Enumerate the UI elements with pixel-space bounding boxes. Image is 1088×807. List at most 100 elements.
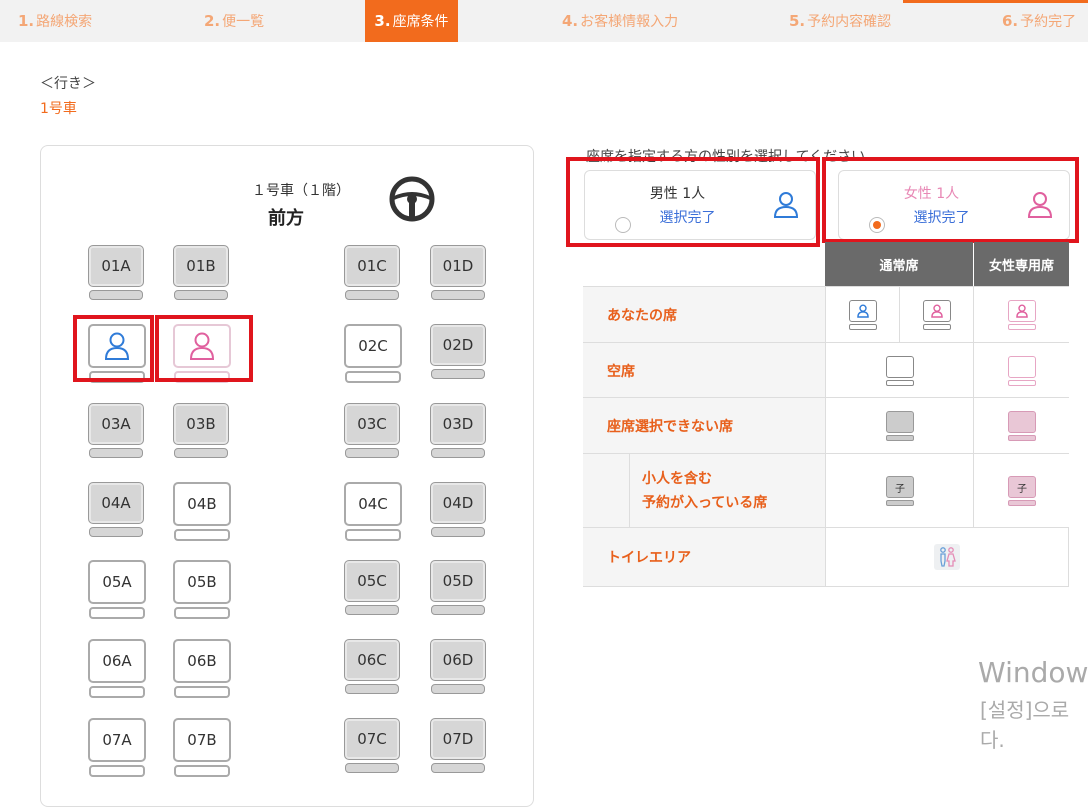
seat-05C[interactable]: 05C: [344, 560, 400, 615]
highlight-box-seat-02A: [73, 315, 154, 382]
legend-label-line: 小人を含む: [642, 471, 712, 487]
legend-cell: [825, 398, 974, 454]
step-complete: 6. 予約完了: [1002, 0, 1076, 42]
legend-cell: [825, 528, 1069, 586]
seat-base: [174, 765, 230, 777]
step-number: 4.: [562, 12, 579, 30]
female-person-icon: [1016, 304, 1028, 318]
legend-cell: [973, 287, 1070, 343]
legend-seat-empty: [886, 355, 914, 386]
seat-03A[interactable]: 03A: [88, 403, 144, 458]
seat-06A[interactable]: 06A: [88, 639, 146, 698]
step-number: 1.: [18, 12, 35, 30]
step-number: 6.: [1002, 12, 1019, 30]
watermark-line: 다.: [980, 728, 1005, 752]
legend-seat-child-women: 子: [1008, 476, 1036, 506]
seat-06D[interactable]: 06D: [430, 639, 486, 694]
seat-base: [431, 448, 485, 458]
legend-header-women-only: 女性専用席: [974, 242, 1069, 286]
female-person-icon: [931, 304, 943, 318]
seat-06C[interactable]: 06C: [344, 639, 400, 694]
seat-label: 07D: [430, 718, 486, 760]
seat-04D[interactable]: 04D: [430, 482, 486, 537]
seat-label: 03B: [173, 403, 229, 445]
legend-label: 空席: [583, 343, 825, 398]
legend-row-child: 小人を含む 予約が入っている席 子 子: [583, 453, 1069, 528]
step-label: 座席条件: [392, 14, 449, 30]
seat-03B[interactable]: 03B: [173, 403, 229, 458]
seat-06B[interactable]: 06B: [173, 639, 231, 698]
seat-02C[interactable]: 02C: [344, 324, 402, 383]
seat-05D[interactable]: 05D: [430, 560, 486, 615]
legend-label: あなたの席: [583, 287, 825, 343]
seat-label: 01B: [173, 245, 229, 287]
seat-label: 04C: [344, 482, 402, 526]
seat-base: [89, 765, 145, 777]
legend-row-toilet: トイレエリア: [583, 527, 1069, 587]
seat-base: [431, 527, 485, 537]
seat-base: [174, 448, 228, 458]
legend-cell: 子: [825, 454, 974, 528]
seat-label: 07C: [344, 718, 400, 760]
step-number: 5.: [789, 12, 806, 30]
legend-cell: [825, 287, 900, 343]
seat-01A[interactable]: 01A: [88, 245, 144, 300]
seat-label: 06A: [88, 639, 146, 683]
seat-label: 01A: [88, 245, 144, 287]
legend-header-normal: 通常席: [825, 242, 973, 286]
seat-05B[interactable]: 05B: [173, 560, 231, 619]
seat-01C[interactable]: 01C: [344, 245, 400, 300]
step-label: お客様情報入力: [580, 14, 679, 30]
legend-seat-women-only-female: [1008, 300, 1036, 330]
seat-01B[interactable]: 01B: [173, 245, 229, 300]
seat-07A[interactable]: 07A: [88, 718, 146, 777]
step-trip-list: 2. 便一覧: [204, 0, 264, 42]
seat-04B[interactable]: 04B: [173, 482, 231, 541]
seat-label: 05D: [430, 560, 486, 602]
legend-seat-male: [849, 300, 877, 330]
seat-label: 03A: [88, 403, 144, 445]
legend-cell: [973, 343, 1070, 398]
step-customer-info: 4. お客様情報入力: [562, 0, 678, 42]
highlight-box-female-card: [822, 157, 1079, 243]
seat-label: 07B: [173, 718, 231, 762]
seat-label: 07A: [88, 718, 146, 762]
legend-label: 小人を含む 予約が入っている席: [629, 454, 825, 528]
watermark-line: [설정]으로: [980, 698, 1070, 722]
seat-base: [345, 605, 399, 615]
legend-label: 座席選択できない席: [583, 398, 825, 454]
seat-base: [345, 684, 399, 694]
seat-05A[interactable]: 05A: [88, 560, 146, 619]
highlight-box-male-card: [566, 157, 820, 247]
seat-base: [89, 448, 143, 458]
step-number: 3.: [374, 12, 391, 30]
legend-label: トイレエリア: [583, 528, 825, 586]
seat-base: [431, 369, 485, 379]
seat-07D[interactable]: 07D: [430, 718, 486, 773]
seat-base: [431, 290, 485, 300]
seat-04C[interactable]: 04C: [344, 482, 402, 541]
seat-07C[interactable]: 07C: [344, 718, 400, 773]
legend-cell: [973, 398, 1070, 454]
seat-base: [174, 529, 230, 541]
seat-03C[interactable]: 03C: [344, 403, 400, 458]
seat-base: [431, 763, 485, 773]
seat-label: 04B: [173, 482, 231, 526]
seat-base: [174, 607, 230, 619]
seat-07B[interactable]: 07B: [173, 718, 231, 777]
step-number: 2.: [204, 12, 221, 30]
step-confirm: 5. 予約内容確認: [789, 0, 891, 42]
seat-04A[interactable]: 04A: [88, 482, 144, 537]
seat-label: 01D: [430, 245, 486, 287]
seat-base: [345, 529, 401, 541]
male-person-icon: [857, 304, 869, 318]
seat-label: 06B: [173, 639, 231, 683]
seat-label: 02C: [344, 324, 402, 368]
seat-base: [89, 290, 143, 300]
trip-direction: ＜行き＞: [40, 76, 96, 92]
seat-label: 03C: [344, 403, 400, 445]
seat-02D[interactable]: 02D: [430, 324, 486, 379]
seat-01D[interactable]: 01D: [430, 245, 486, 300]
legend-seat-empty-women: [1008, 355, 1036, 386]
seat-03D[interactable]: 03D: [430, 403, 486, 458]
